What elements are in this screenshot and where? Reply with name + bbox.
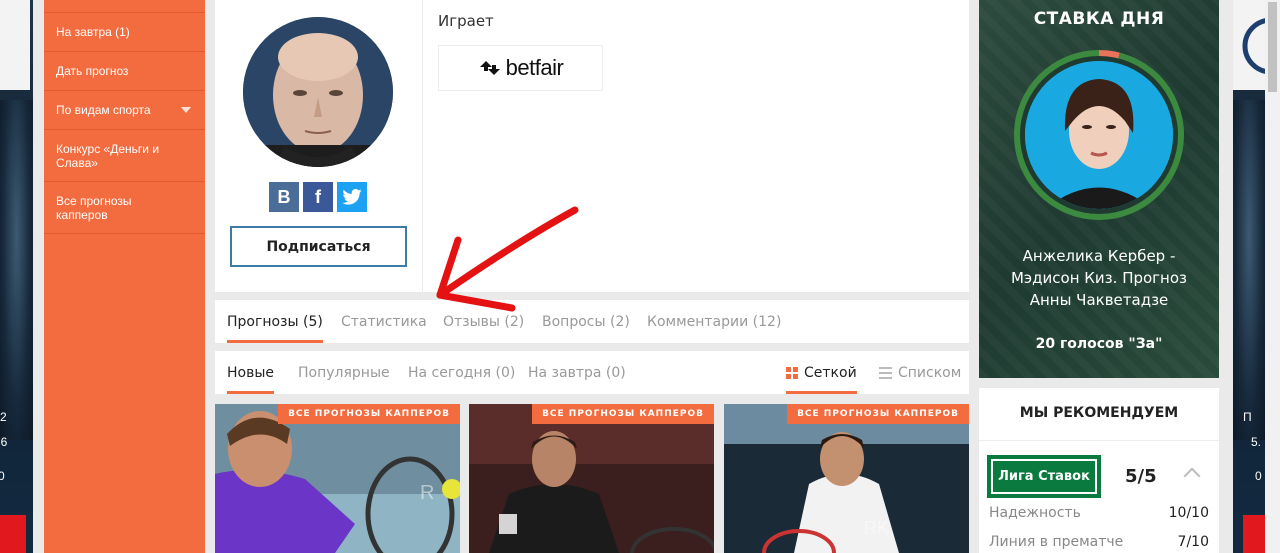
view-grid-button[interactable]: Сеткой [786, 351, 857, 394]
subtab-tomorrow[interactable]: На завтра (0) [528, 351, 626, 394]
card-photo [469, 404, 714, 553]
card-badge[interactable]: ВСЕ ПРОГНОЗЫ КАППЕРОВ [532, 404, 714, 424]
subscribe-button[interactable]: Подписаться [230, 226, 407, 267]
sidebar-menu: На завтра (1) Дать прогноз По видам спор… [44, 0, 205, 553]
view-list-button[interactable]: Списком [879, 351, 961, 394]
chevron-up-icon[interactable] [1183, 467, 1201, 485]
tab-reviews[interactable]: Отзывы (2) [443, 300, 524, 343]
twitter-icon [342, 189, 362, 205]
subtab-today[interactable]: На сегодня (0) [408, 351, 515, 394]
rating-label: Надежность [989, 505, 1081, 521]
expert-photo [1025, 61, 1173, 209]
left-ad-text: 2 [0, 410, 7, 424]
card-badge[interactable]: ВСЕ ПРОГНОЗЫ КАППЕРОВ [787, 404, 969, 424]
ad-logo-icon [1242, 18, 1265, 74]
left-ad-banner[interactable]: 2 76 0 [0, 0, 33, 553]
view-list-label: Списком [898, 364, 962, 381]
left-ad-text: 0 [0, 469, 5, 483]
sidebar-item-label: Конкурс «Деньги и [56, 141, 160, 156]
card-photo: R [215, 404, 460, 553]
card-photo: RK [724, 404, 969, 553]
bookmaker-name: betfair [505, 55, 564, 80]
chevron-down-icon[interactable] [181, 107, 191, 113]
twitter-share-button[interactable] [337, 182, 367, 212]
bet-of-day-title: СТАВКА ДНЯ [1033, 9, 1165, 29]
view-grid-label: Сеткой [804, 364, 857, 381]
bookmaker-score: 5/5 [1125, 466, 1157, 487]
sidebar-item-label: Дать прогноз [56, 64, 129, 78]
sidebar-item-label: Все прогнозы [56, 193, 132, 208]
tipster-profile-card: B f Подписаться Играет betfair [215, 0, 969, 292]
profile-tabs: Прогнозы (5) Статистика Отзывы (2) Вопро… [215, 300, 969, 343]
sidebar-item-contest[interactable]: Конкурс «Деньги и Слава» [44, 130, 205, 182]
sidebar-item-previous[interactable] [44, 0, 205, 13]
vote-progress-ring [1014, 50, 1184, 220]
recommend-divider [979, 440, 1219, 441]
right-ad-text: 5. [1251, 435, 1262, 449]
votes-count: 20 голосов "За" [1035, 336, 1163, 352]
recommend-widget: МЫ РЕКОМЕНДУЕМ Лига Ставок 5/5 Надежност… [979, 388, 1219, 553]
left-ad-text: 76 [0, 435, 8, 449]
tab-comments[interactable]: Комментарии (12) [647, 300, 781, 343]
right-ad-text: 0 [1255, 469, 1262, 483]
forecast-filter-tabs: Новые Популярные На сегодня (0) На завтр… [215, 351, 969, 394]
left-ad-button[interactable] [0, 515, 26, 553]
right-ad-banner[interactable]: П 5. 0 [1233, 0, 1265, 553]
sidebar-item-all-forecasts[interactable]: Все прогнозы капперов [44, 182, 205, 234]
sidebar-item-label: На завтра (1) [56, 25, 130, 39]
sidebar-item-label: капперов [56, 207, 108, 222]
list-icon [879, 366, 892, 379]
page-scrollbar[interactable] [1265, 0, 1280, 553]
match-text-line: Мэдисон Киз. Прогноз [1010, 269, 1188, 287]
sidebar-item-label: По видам спорта [56, 103, 151, 117]
right-ad-button[interactable] [1243, 515, 1265, 553]
facebook-icon: f [315, 186, 321, 207]
left-ad-logo [0, 0, 30, 90]
profile-divider [422, 0, 423, 292]
betfair-arrows-icon [479, 61, 500, 75]
right-ad-text: П [1243, 410, 1252, 424]
forecast-card[interactable]: R ВСЕ ПРОГНОЗЫ КАППЕРОВ [215, 404, 460, 553]
rating-value: 7/10 [1177, 534, 1209, 550]
bookmaker-logo[interactable]: Лига Ставок [987, 455, 1101, 498]
bet-of-the-day-widget[interactable]: СТАВКА ДНЯ Анжелика Кербер - Мэдисон Киз… [979, 0, 1219, 378]
bookmaker-logo-text: Лига Ставок [991, 459, 1097, 494]
tab-forecasts[interactable]: Прогнозы (5) [227, 300, 323, 343]
match-text-line: Анжелика Кербер - [1022, 247, 1176, 265]
sidebar-item-give-forecast[interactable]: Дать прогноз [44, 52, 205, 91]
bookmaker-logo-link[interactable]: betfair [438, 45, 603, 91]
card-badge[interactable]: ВСЕ ПРОГНОЗЫ КАППЕРОВ [278, 404, 460, 424]
expert-photo-image [1025, 61, 1173, 209]
vk-icon: B [277, 186, 291, 207]
avatar [243, 17, 393, 167]
rating-label: Линия в прематче [989, 534, 1124, 550]
forecast-card[interactable]: RK ВСЕ ПРОГНОЗЫ КАППЕРОВ [724, 404, 969, 553]
rating-value: 10/10 [1168, 505, 1209, 521]
right-ad-stadium-image [1233, 100, 1265, 440]
match-text-line: Анны Чакветадзе [1029, 291, 1169, 309]
subtab-popular[interactable]: Популярные [298, 351, 390, 394]
sidebar-item-label: Слава» [56, 155, 98, 170]
scrollbar-thumb[interactable] [1268, 2, 1277, 92]
vk-share-button[interactable]: B [269, 182, 299, 212]
svg-text:RK: RK [864, 518, 889, 538]
tab-questions[interactable]: Вопросы (2) [542, 300, 630, 343]
sidebar-item-tomorrow[interactable]: На завтра (1) [44, 13, 205, 52]
facebook-share-button[interactable]: f [303, 182, 333, 212]
recommend-title: МЫ РЕКОМЕНДУЕМ [1019, 405, 1179, 421]
plays-at-label: Играет [438, 12, 494, 30]
right-ad-logo [1233, 0, 1265, 90]
bet-of-day-match[interactable]: Анжелика Кербер - Мэдисон Киз. Прогноз А… [999, 245, 1199, 311]
tab-statistics[interactable]: Статистика [341, 300, 427, 343]
sidebar-item-by-sport[interactable]: По видам спорта [44, 91, 205, 130]
subtab-new[interactable]: Новые [227, 351, 275, 394]
left-ad-stadium-image [0, 100, 33, 440]
svg-text:R: R [420, 482, 434, 504]
grid-icon [786, 366, 798, 379]
forecast-card[interactable]: ВСЕ ПРОГНОЗЫ КАППЕРОВ [469, 404, 714, 553]
avatar-photo [243, 17, 393, 167]
